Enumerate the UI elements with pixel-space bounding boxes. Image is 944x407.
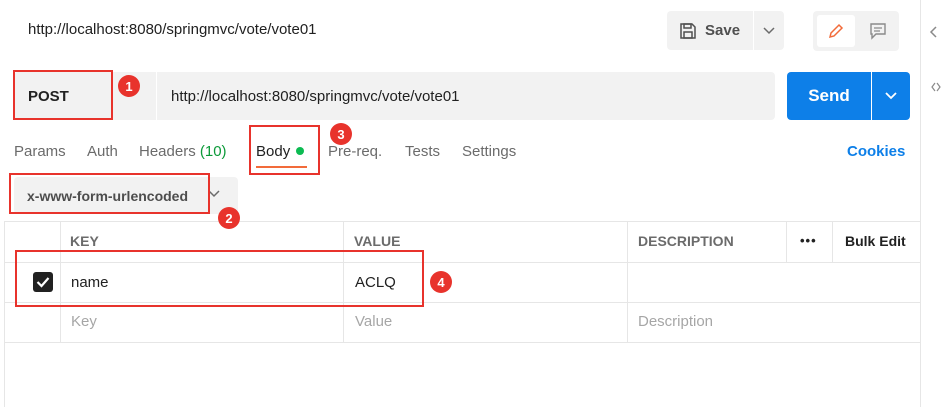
column-divider: [786, 221, 787, 262]
highlight-form-row: [15, 250, 424, 307]
highlight-body-tab: [249, 125, 320, 175]
right-sidebar: [920, 0, 944, 407]
tab-params[interactable]: Params: [14, 143, 66, 160]
column-header-key: KEY: [70, 233, 99, 249]
tab-tests[interactable]: Tests: [405, 143, 440, 160]
tab-auth[interactable]: Auth: [87, 143, 118, 160]
highlight-body-type: [9, 173, 210, 214]
column-divider: [832, 221, 833, 262]
tab-pre-request[interactable]: Pre-req.: [328, 143, 382, 160]
annotation-badge-3: 3: [330, 123, 352, 145]
annotation-badge-4: 4: [430, 271, 452, 293]
chevron-down-icon: [885, 92, 897, 100]
value-placeholder[interactable]: Value: [355, 313, 392, 330]
comment-icon: [870, 23, 886, 40]
table-divider: [4, 342, 920, 343]
column-header-description: DESCRIPTION: [638, 233, 734, 249]
tab-headers-count: (10): [199, 143, 227, 160]
description-placeholder[interactable]: Description: [638, 313, 713, 330]
key-placeholder[interactable]: Key: [71, 313, 97, 330]
table-border-top: [4, 221, 920, 222]
save-label: Save: [705, 22, 741, 39]
save-dropdown-button[interactable]: [754, 11, 784, 50]
more-options-icon[interactable]: •••: [800, 233, 817, 248]
pencil-icon: [828, 23, 844, 39]
send-dropdown-button[interactable]: [872, 72, 910, 120]
annotation-badge-1: 1: [118, 75, 140, 97]
table-border-left: [4, 221, 5, 407]
comments-view-button[interactable]: [859, 15, 897, 47]
chevron-left-icon[interactable]: [929, 26, 939, 38]
cookies-link[interactable]: Cookies: [847, 143, 905, 160]
tab-headers-label: Headers: [139, 143, 196, 160]
bulk-edit-button[interactable]: Bulk Edit: [845, 233, 906, 249]
chevron-down-icon: [763, 26, 775, 34]
save-icon: [680, 22, 696, 39]
url-input[interactable]: http://localhost:8080/springmvc/vote/vot…: [157, 72, 775, 120]
save-button[interactable]: Save: [667, 11, 753, 50]
send-button[interactable]: Send: [787, 72, 871, 120]
request-title: http://localhost:8080/springmvc/vote/vot…: [28, 21, 317, 38]
edit-view-button[interactable]: [817, 15, 855, 47]
column-divider: [627, 221, 628, 342]
column-header-value: VALUE: [354, 233, 401, 249]
tab-headers[interactable]: Headers (10): [139, 143, 227, 160]
tab-settings[interactable]: Settings: [462, 143, 516, 160]
highlight-method: [13, 70, 113, 120]
code-icon[interactable]: [931, 82, 941, 92]
annotation-badge-2: 2: [218, 207, 240, 229]
request-header: http://localhost:8080/springmvc/vote/vot…: [0, 0, 920, 60]
